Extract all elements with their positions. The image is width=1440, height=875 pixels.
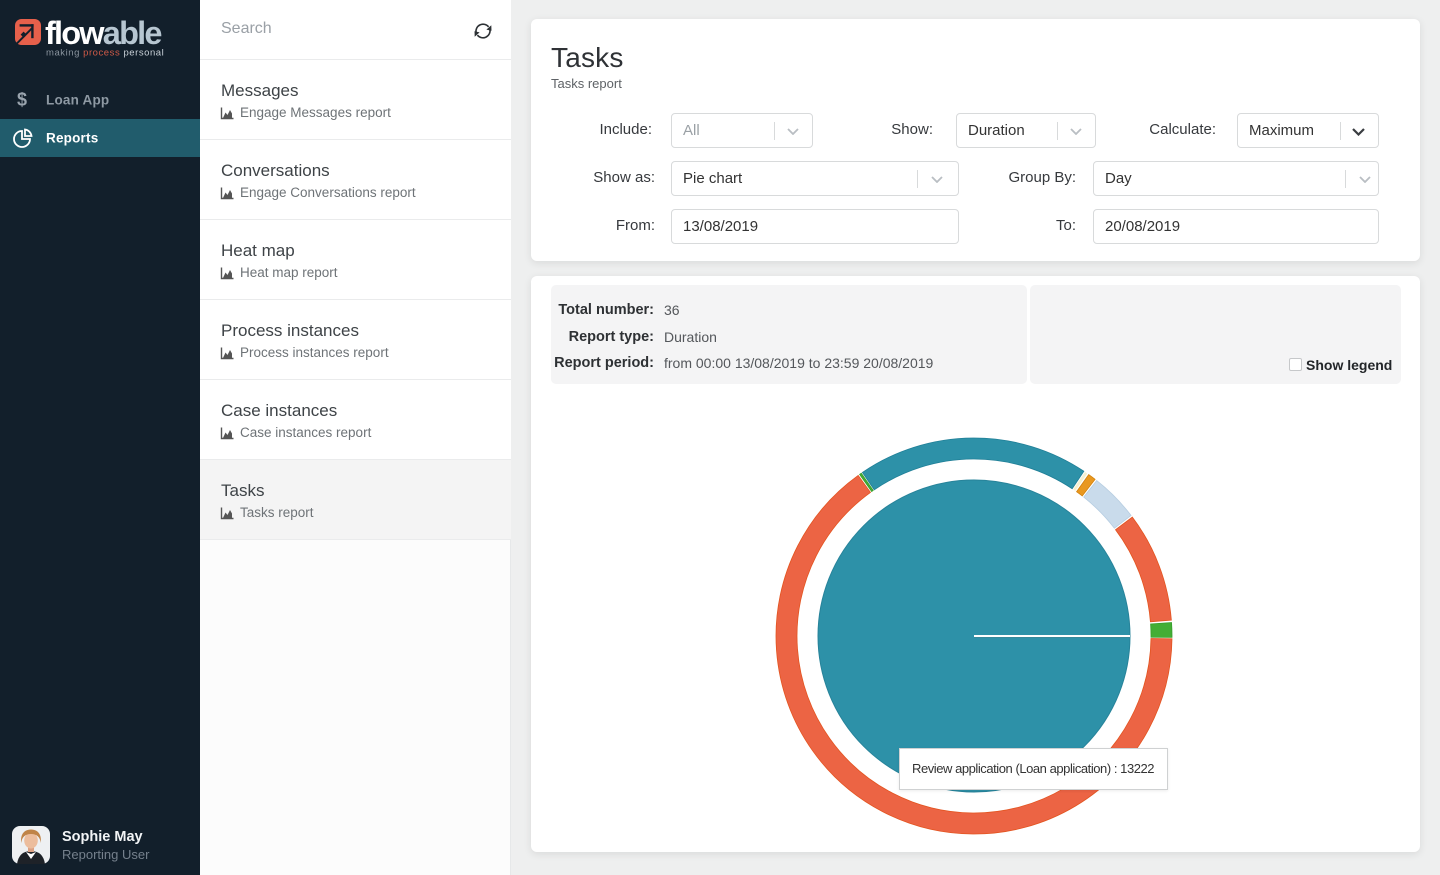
svg-text:making process personal: making process personal [46, 48, 164, 59]
svg-text:flowable: flowable [45, 18, 161, 51]
